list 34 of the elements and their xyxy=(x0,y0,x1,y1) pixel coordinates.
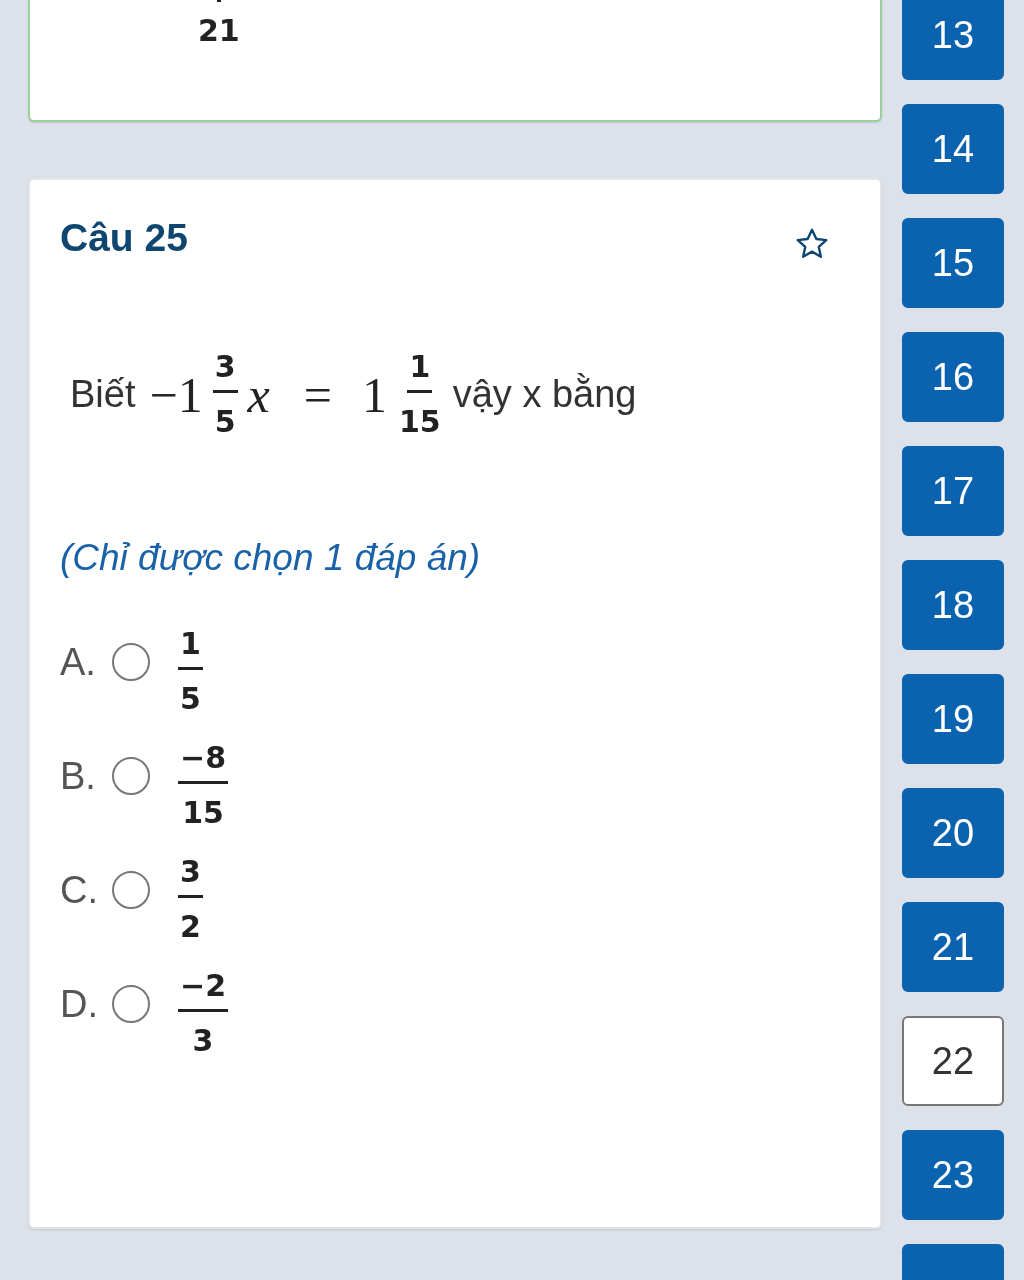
question-number-button[interactable]: 13 xyxy=(902,0,1004,80)
question-number-button[interactable]: 16 xyxy=(902,332,1004,422)
math-number: −1 xyxy=(149,365,203,424)
answer-fraction: 3 2 xyxy=(178,857,203,942)
question-number-button[interactable]: 17 xyxy=(902,446,1004,536)
answer-fraction: 1 5 xyxy=(178,629,203,714)
option-letter: C. xyxy=(60,869,99,912)
instruction-text: (Chỉ được chọn 1 đáp án) xyxy=(60,537,482,579)
question-number-button[interactable]: 19 xyxy=(902,674,1004,764)
radio-button[interactable] xyxy=(112,643,150,681)
answer-fraction: −2 3 xyxy=(178,971,228,1056)
question-number-button[interactable]: 18 xyxy=(902,560,1004,650)
radio-button[interactable] xyxy=(112,985,150,1023)
question-title: Câu 25 xyxy=(60,216,188,260)
option-letter: D. xyxy=(60,983,99,1026)
question-number-button[interactable]: 20 xyxy=(902,788,1004,878)
math-number: 1 xyxy=(361,365,387,424)
question-text: Biết xyxy=(70,373,136,416)
question-number-button[interactable]: 21 xyxy=(902,902,1004,992)
option-letter: B. xyxy=(60,755,97,798)
question-number-button[interactable]: 23 xyxy=(902,1130,1004,1220)
answer-fraction: −8 15 xyxy=(178,743,228,828)
question-number-button[interactable]: 15 xyxy=(902,218,1004,308)
option-letter: A. xyxy=(60,641,97,684)
question-number-button[interactable]: 14 xyxy=(902,104,1004,194)
math-variable: x xyxy=(247,365,270,424)
fraction: 3 5 xyxy=(212,352,238,437)
fraction: 21 xyxy=(196,0,242,46)
radio-button[interactable] xyxy=(112,871,150,909)
fraction: 1 15 xyxy=(397,352,442,437)
question-text: vậy x bằng xyxy=(452,373,637,416)
radio-button[interactable] xyxy=(112,757,150,795)
math-operator: = xyxy=(303,365,332,424)
question-number-button[interactable]: 22 xyxy=(902,1016,1004,1106)
